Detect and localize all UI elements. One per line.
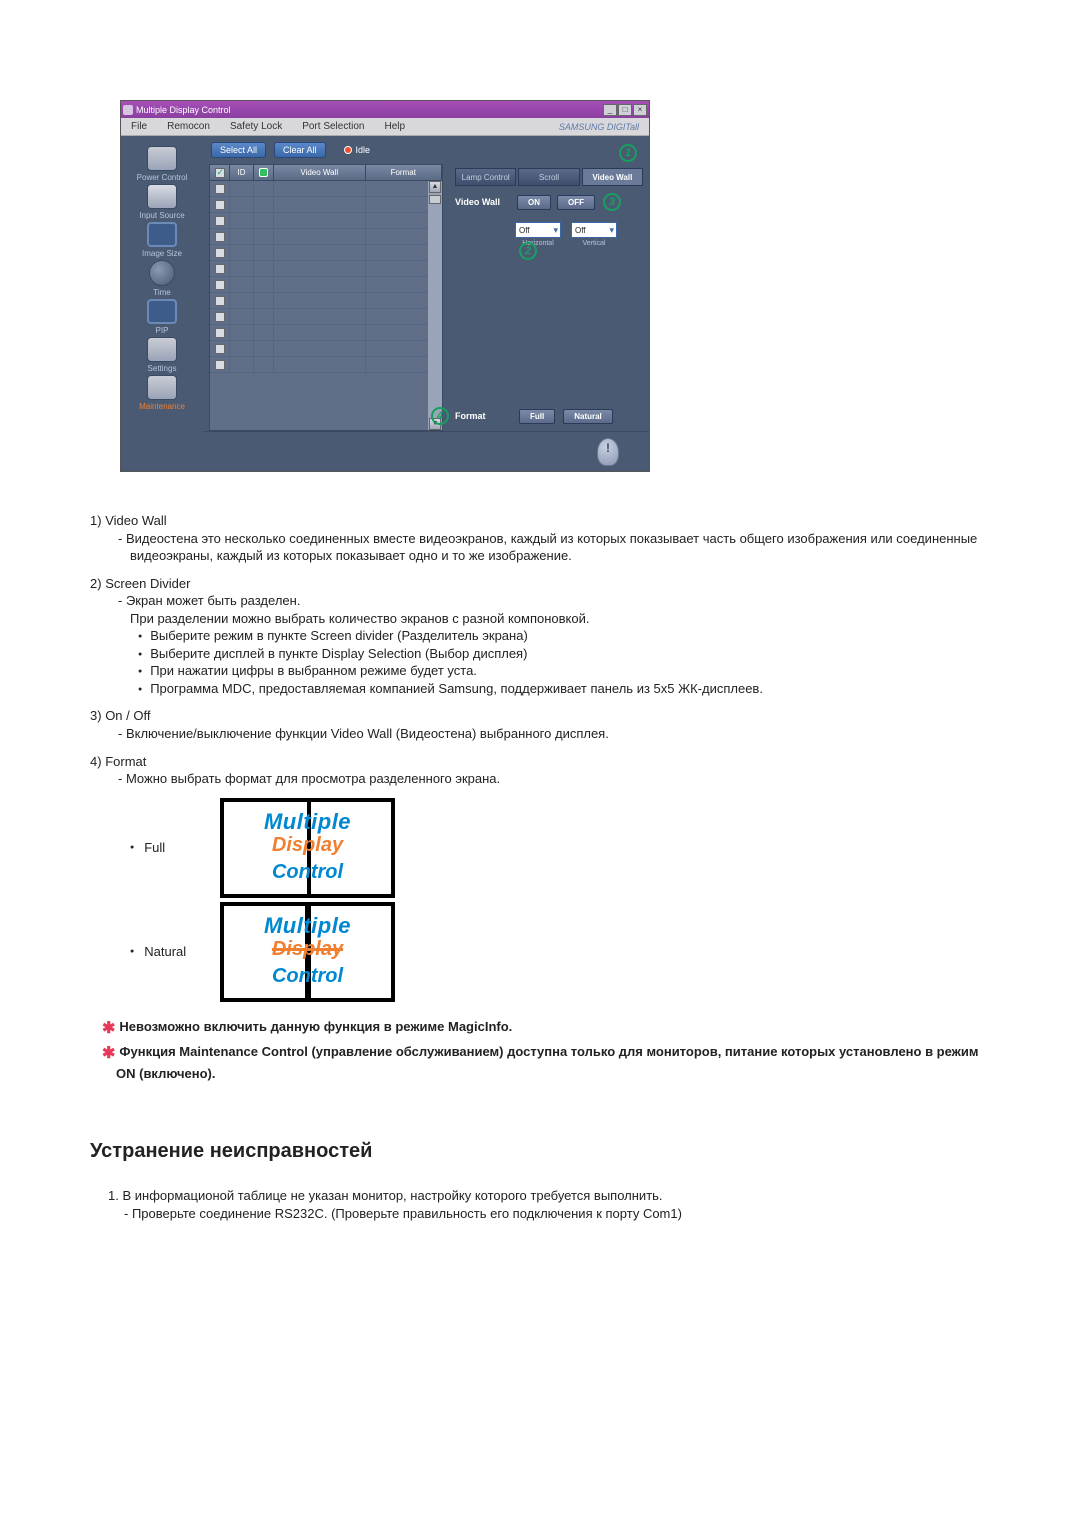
table-row[interactable] [210, 293, 442, 309]
bullet: Программа MDC, предоставляемая компанией… [138, 680, 1000, 698]
note-2: ✱Функция Maintenance Control (управление… [102, 1043, 1000, 1082]
format-full-diagram: Multiple Display Control [220, 798, 395, 898]
scroll-thumb[interactable] [429, 195, 441, 204]
table-row[interactable] [210, 245, 442, 261]
status-bar [203, 431, 649, 471]
vertical-label: Vertical [583, 240, 606, 247]
vertical-select[interactable]: Off [571, 222, 617, 238]
format-diagrams: Full Multiple Display Control Natural Mu… [130, 798, 1000, 1002]
item-screen-divider: 2) Screen Divider Экран может быть разде… [90, 575, 1000, 698]
tab-lamp-control[interactable]: Lamp Control [455, 168, 516, 186]
app-window: Multiple Display Control _ □ × File Remo… [120, 100, 650, 472]
table-row[interactable] [210, 213, 442, 229]
image-size-icon [147, 222, 177, 247]
select-all-button[interactable]: Select All [211, 142, 266, 158]
input-icon [147, 184, 177, 209]
settings-icon [147, 337, 177, 362]
table-row[interactable] [210, 277, 442, 293]
table-row[interactable] [210, 325, 442, 341]
bullet: Выберите дисплей в пункте Display Select… [138, 645, 1000, 663]
display-table: ✓ ID Video Wall Format [209, 164, 443, 431]
window-title: Multiple Display Control [136, 105, 231, 115]
maximize-button[interactable]: □ [618, 104, 632, 116]
item-on-off: 3) On / Off Включение/выключение функции… [90, 707, 1000, 742]
callout-1: 1 [619, 144, 637, 162]
status-icon [259, 168, 268, 177]
item-1-desc: Видеостена это несколько соединенных вме… [118, 530, 1000, 565]
format-natural-diagram: Multiple Display Control [220, 902, 395, 1002]
bullet: Выберите режим в пункте Screen divider (… [138, 627, 1000, 645]
sidebar-settings[interactable]: Settings [127, 337, 197, 373]
bullet: При нажатии цифры в выбранном режиме буд… [138, 662, 1000, 680]
sidebar-input-source[interactable]: Input Source [127, 184, 197, 220]
scroll-up-icon[interactable]: ▲ [429, 181, 441, 193]
time-icon [149, 260, 175, 286]
tab-scroll[interactable]: Scroll [518, 168, 579, 186]
video-wall-label: Video Wall [455, 197, 511, 207]
menubar: File Remocon Safety Lock Port Selection … [121, 118, 649, 136]
sidebar-power-control[interactable]: Power Control [127, 146, 197, 182]
table-row[interactable] [210, 181, 442, 197]
item-format: 4) Format Можно выбрать формат для просм… [90, 753, 1000, 788]
star-icon: ✱ [102, 1020, 119, 1037]
col-id: ID [230, 165, 254, 180]
info-icon [597, 438, 619, 466]
star-icon: ✱ [102, 1045, 119, 1062]
sidebar: Power Control Input Source Image Size Ti… [121, 136, 203, 471]
horizontal-select[interactable]: Off [515, 222, 561, 238]
pip-icon [147, 299, 177, 324]
video-wall-off-button[interactable]: OFF [557, 195, 595, 210]
table-row[interactable] [210, 341, 442, 357]
table-row[interactable] [210, 229, 442, 245]
toolbar: Select All Clear All Idle [203, 136, 649, 164]
callout-4: 4 [431, 407, 449, 425]
app-icon [123, 105, 133, 115]
format-full-button[interactable]: Full [519, 409, 555, 424]
menu-remocon[interactable]: Remocon [157, 121, 220, 132]
sidebar-image-size[interactable]: Image Size [127, 222, 197, 258]
col-video-wall: Video Wall [274, 165, 366, 180]
video-wall-on-button[interactable]: ON [517, 195, 551, 210]
clear-all-button[interactable]: Clear All [274, 142, 326, 158]
callout-2: 2 [519, 242, 537, 260]
power-icon [147, 146, 177, 171]
titlebar: Multiple Display Control _ □ × [121, 101, 649, 118]
maintenance-icon [147, 375, 177, 400]
menu-port-selection[interactable]: Port Selection [292, 121, 374, 132]
note-1: ✱Невозможно включить данную функция в ре… [102, 1018, 1000, 1040]
format-natural-label: Natural [144, 943, 186, 961]
header-checkbox[interactable]: ✓ [215, 168, 225, 178]
callout-3: 3 [603, 193, 621, 211]
idle-indicator: Idle [344, 145, 371, 155]
format-label: Format [455, 411, 511, 421]
format-full-label: Full [144, 839, 165, 857]
table-row[interactable] [210, 309, 442, 325]
troubleshoot-heading: Устранение неисправностей [90, 1138, 1000, 1165]
table-body: ▲ ▼ [210, 181, 442, 430]
table-row[interactable] [210, 357, 442, 373]
right-panel: Lamp Control Scroll Video Wall 1 Video W… [449, 164, 649, 431]
troubleshoot-item-1: 1. В информационой таблице не указан мон… [108, 1187, 1000, 1222]
menu-safety-lock[interactable]: Safety Lock [220, 121, 292, 132]
table-row[interactable] [210, 197, 442, 213]
document-body: 1) Video Wall Видеостена это несколько с… [90, 512, 1000, 1222]
minimize-button[interactable]: _ [603, 104, 617, 116]
menu-file[interactable]: File [121, 121, 157, 132]
idle-dot-icon [344, 146, 352, 154]
menu-help[interactable]: Help [374, 121, 415, 132]
col-format: Format [366, 165, 442, 180]
format-natural-button[interactable]: Natural [563, 409, 613, 424]
table-row[interactable] [210, 261, 442, 277]
table-scrollbar[interactable]: ▲ ▼ [428, 181, 442, 430]
sidebar-maintenance[interactable]: Maintenance [127, 375, 197, 411]
item-video-wall: 1) Video Wall Видеостена это несколько с… [90, 512, 1000, 565]
sidebar-time[interactable]: Time [127, 260, 197, 297]
sidebar-pip[interactable]: PIP [127, 299, 197, 335]
close-button[interactable]: × [633, 104, 647, 116]
brand-label: SAMSUNG DIGITall [549, 122, 649, 132]
tab-video-wall[interactable]: Video Wall [582, 168, 643, 186]
